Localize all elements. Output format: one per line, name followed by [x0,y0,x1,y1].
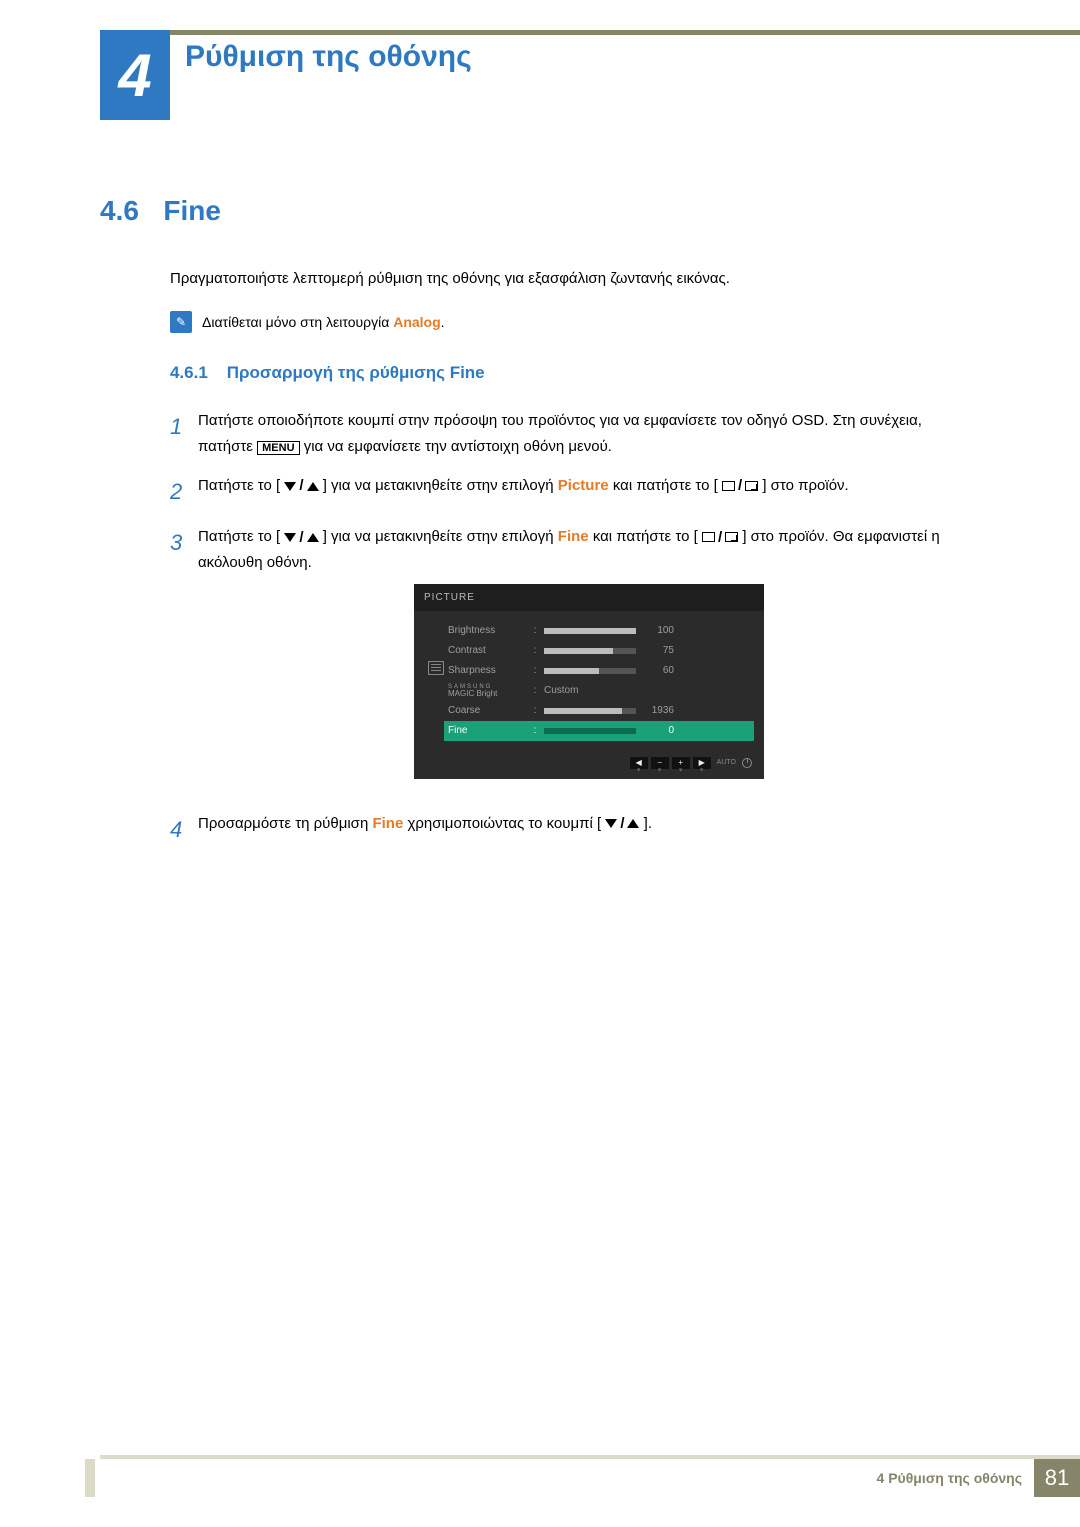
value: Custom [544,682,578,699]
chapter-number-box: 4 [100,30,170,120]
step-4: 4 Προσαρμόστε τη ρύθμιση Fine χρησιμοποι… [170,811,980,848]
left-icon: ◀▾ [630,757,648,769]
section-number: 4.6 [100,195,139,227]
note-prefix: Διατίθεται μόνο στη λειτουργία [202,314,393,330]
source-enter-icon: / [722,473,758,499]
page-footer: 4 Ρύθμιση της οθόνης 81 [100,1455,1080,1497]
note-row: ✎ Διατίθεται μόνο στη λειτουργία Analog. [170,311,980,333]
text: ] στο προϊόν. [762,477,848,494]
footer-gutter [85,1459,95,1497]
text: Προσαρμόστε τη ρύθμιση [198,815,372,832]
osd-row-sharpness: Sharpness : 60 [448,661,750,681]
auto-label: AUTO [714,757,739,769]
text: ] για να μετακινηθείτε στην επιλογή [323,528,558,545]
text: Πατήστε το [ [198,528,280,545]
step-number: 1 [170,408,198,459]
text: Πατήστε το [ [198,477,280,494]
text: για να εμφανίσετε την αντίστοιχη οθόνη μ… [304,438,612,455]
osd-row-brightness: Brightness : 100 [448,621,750,641]
label: SAMSUNG MAGIC Bright [448,684,526,698]
down-up-icon: / [284,473,318,499]
enter-icon: ▶▾ [693,757,711,769]
osd-list: Brightness : 100 Contrast : 75 [448,621,750,741]
content-area: 4.6 Fine Πραγματοποιήστε λεπτομερή ρύθμι… [100,195,980,862]
osd-row-magic-bright: SAMSUNG MAGIC Bright : Custom [448,681,750,701]
value: 60 [642,662,674,679]
page-number: 81 [1034,1459,1080,1497]
note-text: Διατίθεται μόνο στη λειτουργία Analog. [202,314,445,330]
top-bar [100,30,1080,35]
value: 0 [642,722,674,739]
text: MAGIC [448,689,474,698]
text: και πατήστε το [ [593,528,698,545]
step-2: 2 Πατήστε το [ / ] για να μετακινηθείτε … [170,473,980,510]
value: 100 [642,622,674,639]
picture-icon [428,661,444,675]
step-body: Πατήστε το [ / ] για να μετακινηθείτε στ… [198,524,980,796]
step-number: 2 [170,473,198,510]
slider [544,728,636,734]
footer-text: 4 Ρύθμιση της οθόνης [877,1470,1022,1486]
label: Brightness [448,622,526,639]
slider [544,668,636,674]
plus-icon: +▾ [672,757,690,769]
intro-text: Πραγματοποιήστε λεπτομερή ρύθμιση της οθ… [170,267,980,291]
osd-row-contrast: Contrast : 75 [448,641,750,661]
osd-footer: ◀▾ −▾ +▾ ▶▾ AUTO [414,751,764,779]
step-number: 4 [170,811,198,848]
osd-row-coarse: Coarse : 1936 [448,701,750,721]
osd-title: PICTURE [414,584,764,611]
minus-icon: −▾ [651,757,669,769]
step-body: Πατήστε οποιοδήποτε κουμπί στην πρόσοψη … [198,408,980,459]
slider [544,628,636,634]
text: ]. [644,815,652,832]
fine-keyword: Fine [558,528,589,545]
subsection-number: 4.6.1 [170,363,208,382]
text: Bright [476,689,497,698]
osd-row-fine: Fine : 0 [444,721,754,741]
slider [544,648,636,654]
picture-keyword: Picture [558,477,609,494]
text: και πατήστε το [ [613,477,718,494]
source-enter-icon: / [702,525,738,551]
label: Contrast [448,642,526,659]
section-title: Fine [163,195,221,227]
note-icon: ✎ [170,311,192,333]
value: 75 [642,642,674,659]
chapter-title: Ρύθμιση της οθόνης [185,40,472,74]
label: Sharpness [448,662,526,679]
subsection-title: Προσαρμογή της ρύθμισης Fine [227,363,485,382]
step-body: Πατήστε το [ / ] για να μετακινηθείτε στ… [198,473,980,510]
text: χρησιμοποιώντας το κουμπί [ [407,815,601,832]
document-page: 4 Ρύθμιση της οθόνης 4.6 Fine Πραγματοπο… [0,0,1080,1527]
step-body: Προσαρμόστε τη ρύθμιση Fine χρησιμοποιών… [198,811,980,848]
down-up-icon: / [284,525,318,551]
slider [544,708,636,714]
power-icon [742,758,752,768]
text: ] για να μετακινηθείτε στην επιλογή [323,477,558,494]
steps-list: 1 Πατήστε οποιοδήποτε κουμπί στην πρόσοψ… [170,408,980,848]
note-mode: Analog [393,314,440,330]
fine-keyword: Fine [372,815,403,832]
label: Coarse [448,702,526,719]
label: Fine [448,722,526,739]
step-number: 3 [170,524,198,796]
value: 1936 [642,702,674,719]
section-heading: 4.6 Fine [100,195,980,227]
menu-key: MENU [257,441,299,455]
step-1: 1 Πατήστε οποιοδήποτε κουμπί στην πρόσοψ… [170,408,980,459]
step-3: 3 Πατήστε το [ / ] για να μετακινηθείτε … [170,524,980,796]
note-suffix: . [441,314,445,330]
subsection-heading: 4.6.1 Προσαρμογή της ρύθμισης Fine [170,363,980,383]
down-up-icon: / [605,811,639,837]
osd-body: Brightness : 100 Contrast : 75 [414,611,764,751]
osd-panel: PICTURE Brightness : 100 [414,584,764,779]
